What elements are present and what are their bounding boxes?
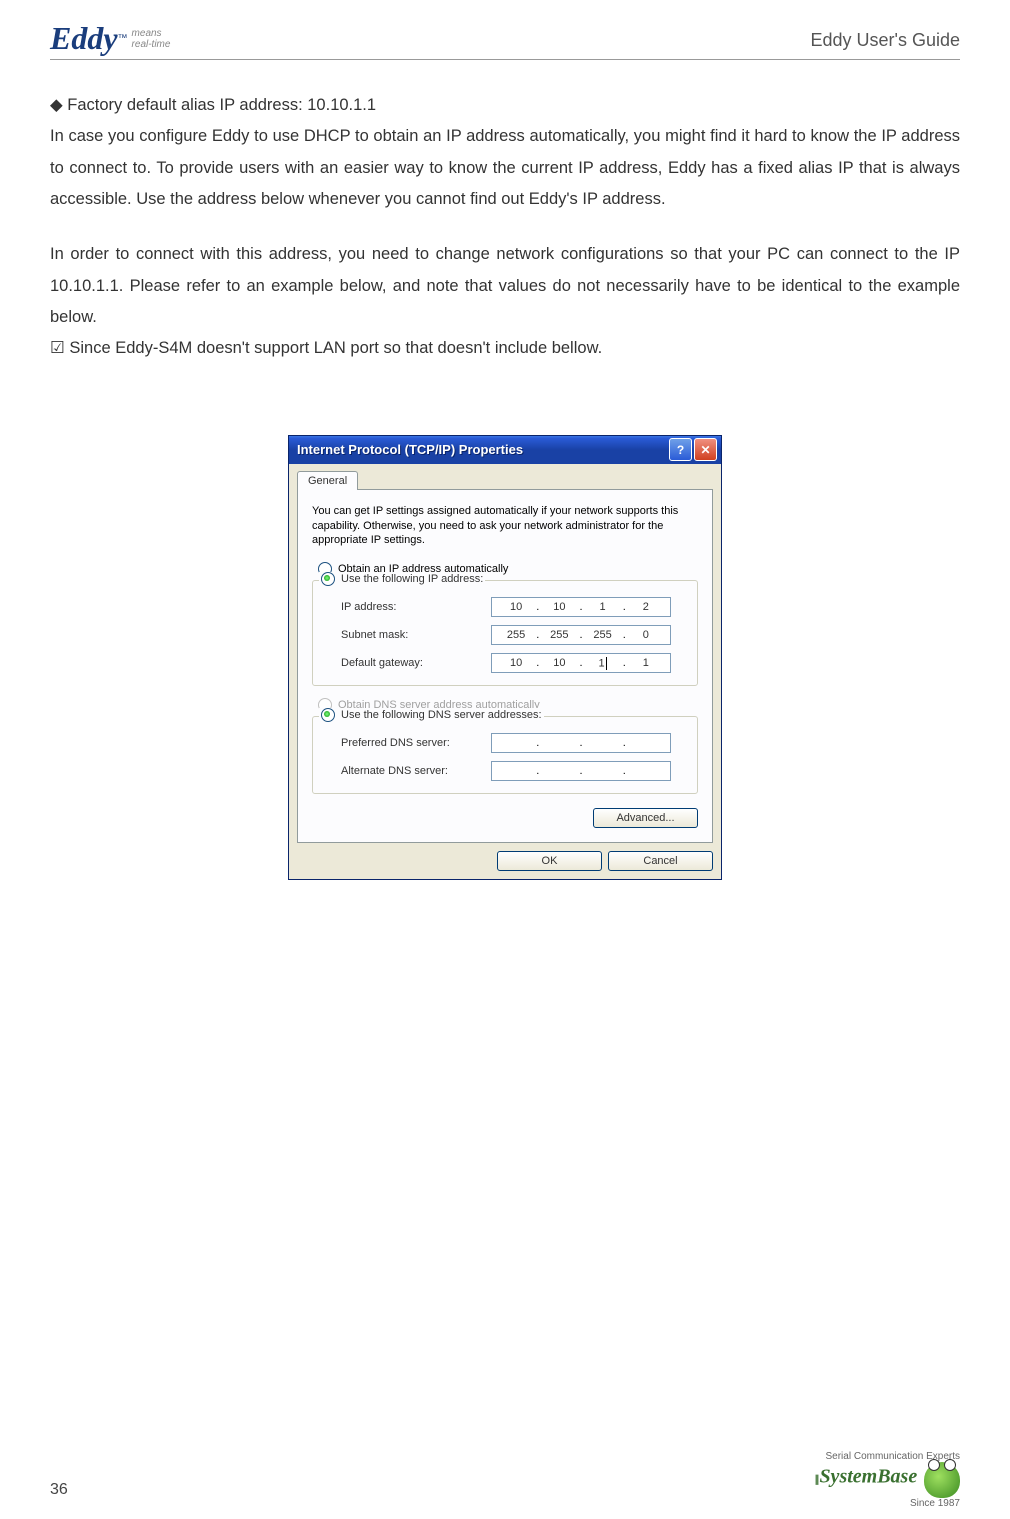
dialog-titlebar[interactable]: Internet Protocol (TCP/IP) Properties ? … [289,436,721,464]
body-text: ◆ Factory default alias IP address: 10.1… [50,90,960,365]
help-icon: ? [677,443,684,457]
tab-general[interactable]: General [297,471,358,490]
footer-brand: SystemBase [819,1466,917,1488]
label-ip-address: IP address: [341,601,491,613]
label-alternate-dns: Alternate DNS server: [341,765,491,777]
default-gateway-input[interactable]: 10. 10. 1. 1 [491,653,671,673]
radio-use-following-dns[interactable]: Use the following DNS server addresses: [319,708,544,722]
intro-text: You can get IP settings assigned automat… [312,504,698,549]
footer-since: Since 1987 [814,1498,960,1509]
page-number: 36 [50,1481,68,1499]
logo-tm: ™ [118,33,128,44]
radio-icon [321,708,335,722]
close-icon: ✕ [700,443,710,457]
cancel-button[interactable]: Cancel [608,851,713,871]
radio-label: Use the following DNS server addresses: [341,709,542,721]
close-button[interactable]: ✕ [694,438,717,461]
label-subnet-mask: Subnet mask: [341,629,491,641]
label-default-gateway: Default gateway: [341,657,491,669]
paragraph-dhcp-info: In case you configure Eddy to use DHCP t… [50,121,960,215]
paragraph-s4m-note: ☑ Since Eddy-S4M doesn't support LAN por… [50,333,960,364]
label-preferred-dns: Preferred DNS server: [341,737,491,749]
ip-address-input[interactable]: 10. 10. 1. 2 [491,597,671,617]
logo-subtitle: means real-time [132,28,171,50]
alternate-dns-input[interactable]: . . . [491,761,671,781]
radio-use-following-ip[interactable]: Use the following IP address: [319,572,485,586]
footer-logo: Serial Communication Experts ∥SystemBase… [814,1451,960,1509]
header-guide-title: Eddy User's Guide [810,20,960,51]
page-header: Eddy ™ means real-time Eddy User's Guide [50,20,960,60]
logo-text: Eddy [50,20,118,57]
preferred-dns-input[interactable]: . . . [491,733,671,753]
ok-button[interactable]: OK [497,851,602,871]
radio-icon [321,572,335,586]
group-use-ip: Use the following IP address: IP address… [312,580,698,686]
radio-label: Use the following IP address: [341,573,483,585]
group-use-dns: Use the following DNS server addresses: … [312,716,698,794]
frog-icon [924,1462,960,1498]
help-button[interactable]: ? [669,438,692,461]
logo: Eddy ™ means real-time [50,20,170,57]
dialog-title: Internet Protocol (TCP/IP) Properties [297,442,667,457]
advanced-button[interactable]: Advanced... [593,808,698,828]
paragraph-connect-info: In order to connect with this address, y… [50,239,960,333]
tab-strip: General [297,471,713,490]
subnet-mask-input[interactable]: 255. 255. 255. 0 [491,625,671,645]
tab-panel-general: You can get IP settings assigned automat… [297,489,713,844]
tcpip-properties-dialog: Internet Protocol (TCP/IP) Properties ? … [288,435,722,881]
paragraph-factory-default: ◆ Factory default alias IP address: 10.1… [50,90,960,121]
